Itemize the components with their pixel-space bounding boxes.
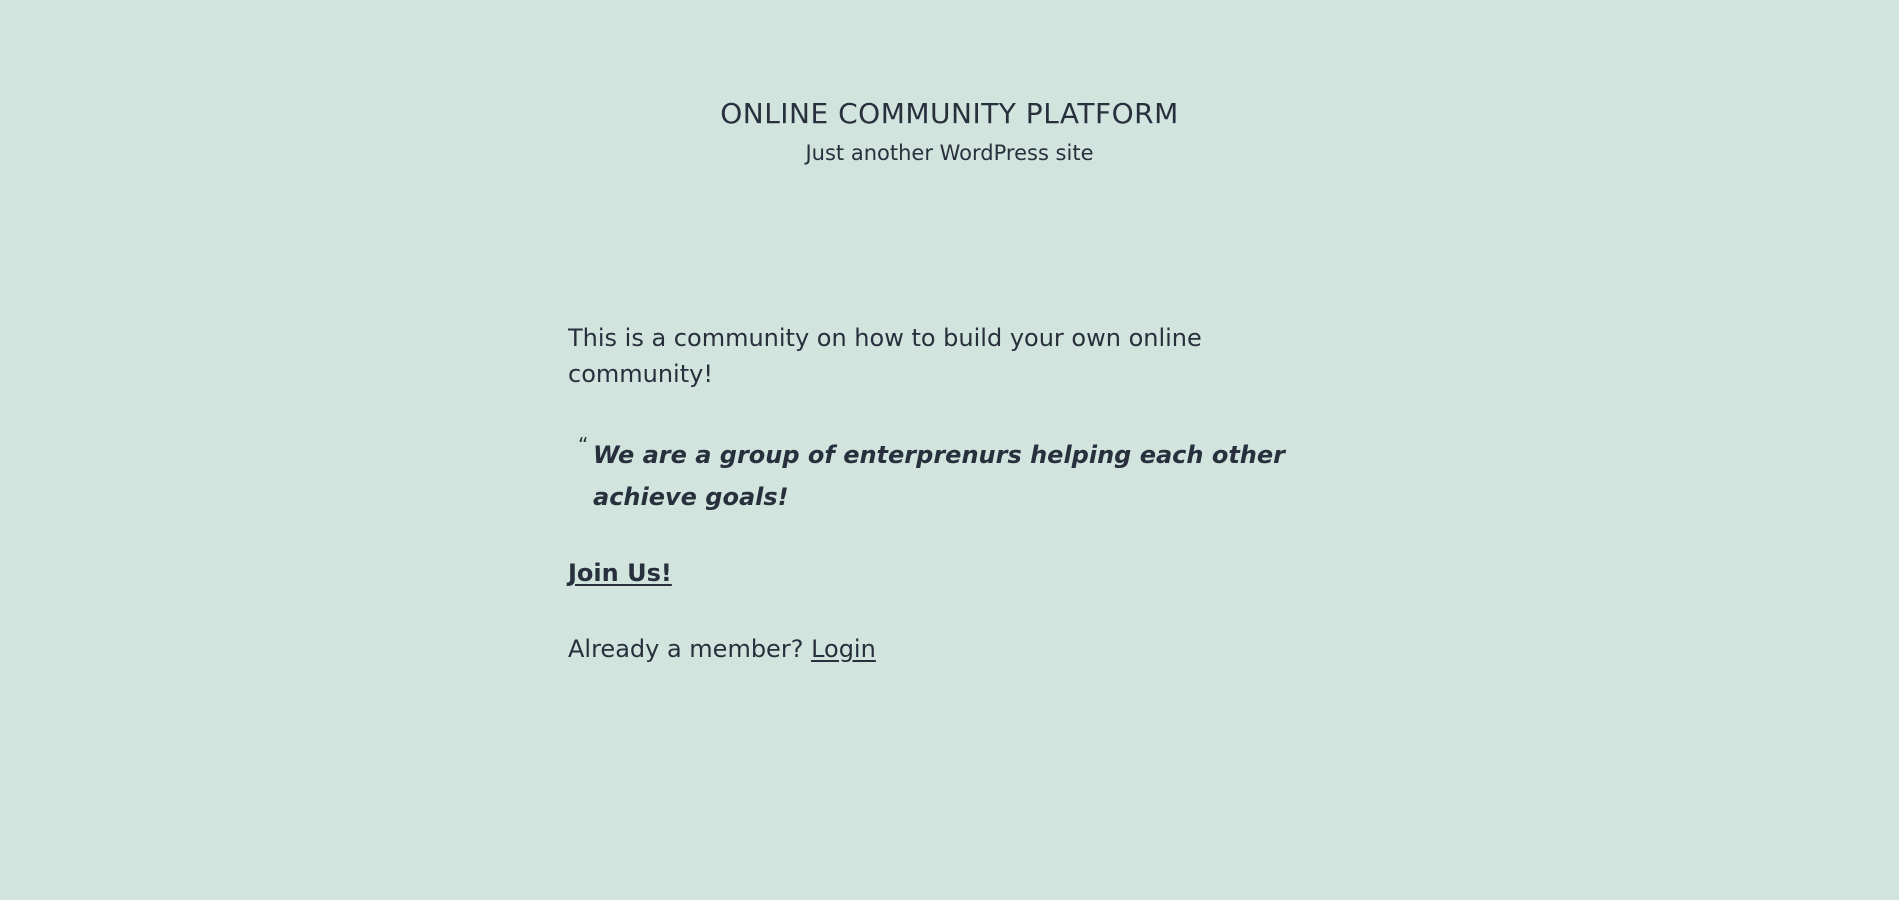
quote-mark-icon: “	[578, 433, 589, 457]
site-description: Just another WordPress site	[805, 141, 1094, 165]
quote-text: We are a group of enterprenurs helping e…	[593, 441, 1286, 511]
login-link[interactable]: Login	[811, 635, 876, 663]
main-content: This is a community on how to build your…	[568, 320, 1308, 667]
mission-quote: “ We are a group of enterprenurs helping…	[568, 433, 1308, 518]
intro-text: This is a community on how to build your…	[568, 324, 1202, 388]
join-us-link[interactable]: Join Us!	[568, 555, 672, 591]
site-header: ONLINE COMMUNITY PLATFORM Just another W…	[0, 96, 1899, 166]
page: ONLINE COMMUNITY PLATFORM Just another W…	[0, 0, 1899, 900]
member-prompt: Already a member? Login	[568, 631, 1308, 667]
site-title-link[interactable]: ONLINE COMMUNITY PLATFORM	[0, 96, 1899, 132]
member-text: Already a member?	[568, 635, 812, 663]
